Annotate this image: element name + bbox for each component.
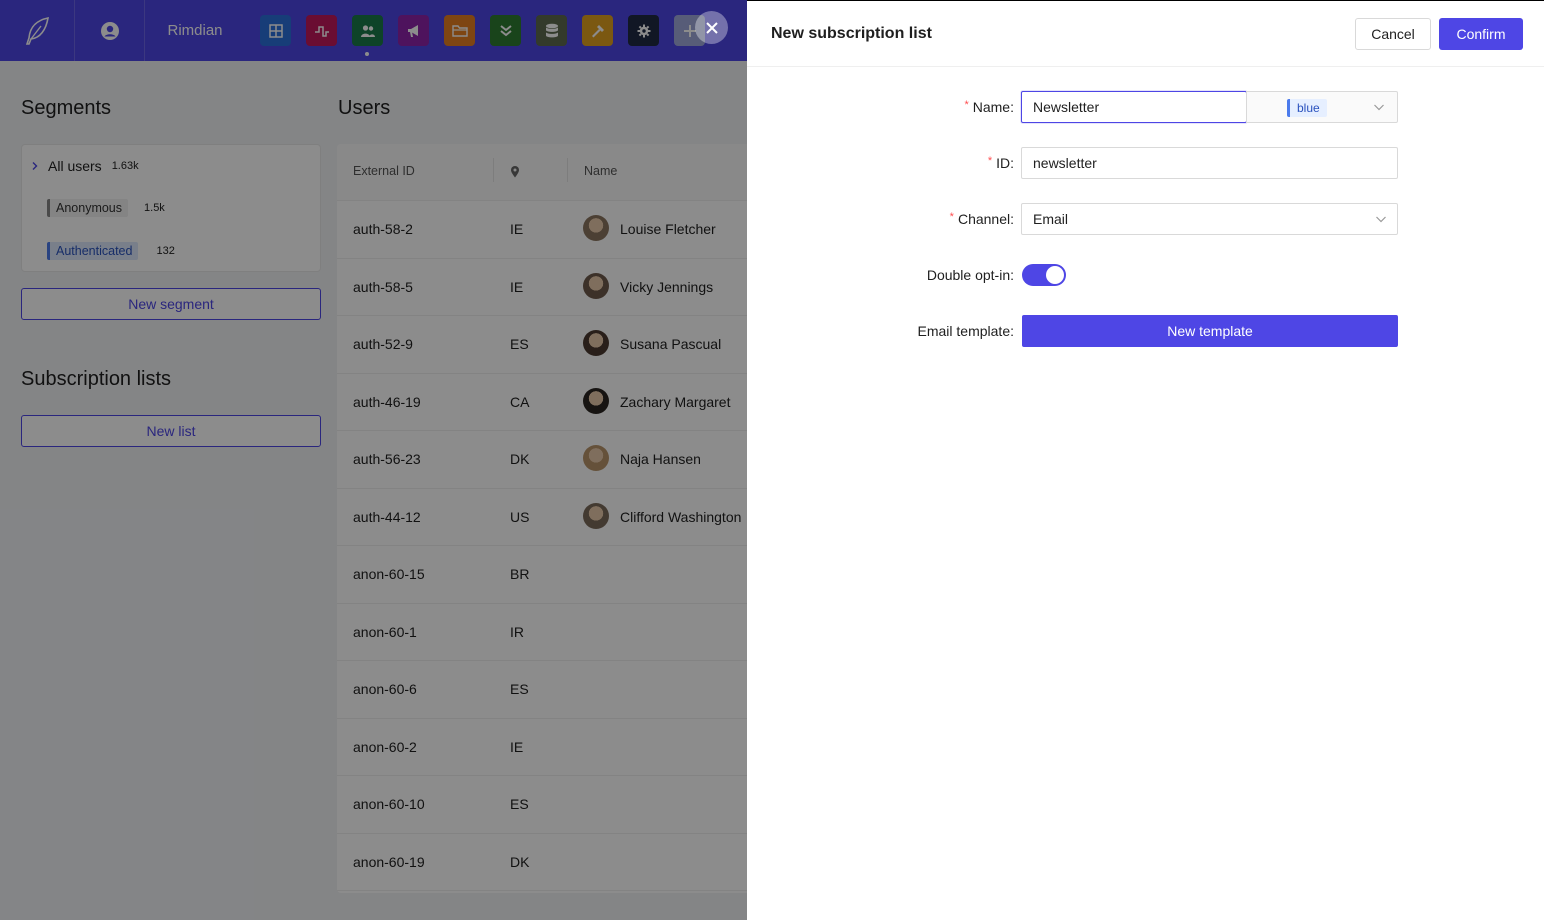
required-marker: * bbox=[987, 155, 993, 167]
cancel-button[interactable]: Cancel bbox=[1355, 18, 1431, 50]
required-marker: * bbox=[964, 99, 969, 111]
double-opt-in-label: Double opt-in: bbox=[926, 267, 1014, 283]
id-input[interactable]: newsletter bbox=[1021, 147, 1398, 179]
name-input[interactable]: Newsletter bbox=[1021, 91, 1247, 123]
color-select[interactable]: blue bbox=[1246, 91, 1398, 123]
new-template-button[interactable]: New template bbox=[1022, 315, 1398, 347]
email-template-label: Email template: bbox=[917, 323, 1014, 339]
double-opt-in-switch[interactable] bbox=[1022, 264, 1066, 286]
id-field-label: * ID: bbox=[987, 155, 1014, 171]
chevron-down-icon bbox=[1374, 104, 1384, 111]
channel-field-label: * Channel: bbox=[949, 211, 1014, 227]
color-tag: blue bbox=[1287, 99, 1327, 117]
close-drawer-button[interactable] bbox=[695, 11, 728, 44]
name-field-label: * Name: bbox=[964, 99, 1014, 115]
close-icon bbox=[705, 21, 718, 34]
channel-selected-value: Email bbox=[1033, 211, 1069, 227]
chevron-down-icon bbox=[1376, 216, 1386, 223]
channel-select[interactable]: Email bbox=[1021, 203, 1398, 235]
drawer-title: New subscription list bbox=[771, 25, 932, 42]
switch-knob bbox=[1046, 266, 1064, 284]
drawer-header: New subscription list Cancel Confirm bbox=[747, 1, 1544, 67]
confirm-button[interactable]: Confirm bbox=[1439, 18, 1523, 50]
new-subscription-list-drawer: New subscription list Cancel Confirm * Na… bbox=[747, 0, 1544, 920]
required-marker: * bbox=[949, 211, 954, 223]
